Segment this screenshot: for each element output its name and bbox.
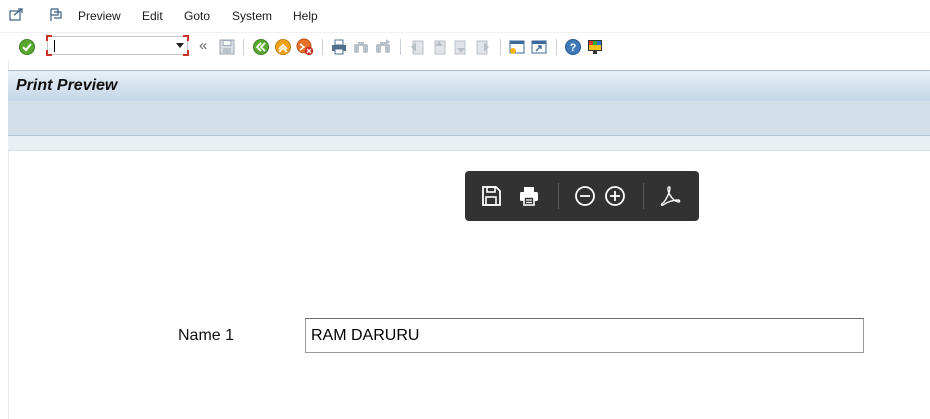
cancel-icon[interactable] bbox=[296, 38, 314, 56]
menu-bar: Preview Edit Goto System Help bbox=[0, 0, 930, 32]
pdf-toolbar-separator bbox=[558, 183, 559, 209]
field-corner bbox=[183, 50, 189, 56]
svg-text:?: ? bbox=[570, 42, 577, 54]
chevron-down-icon[interactable] bbox=[176, 43, 184, 48]
zoom-out-icon[interactable] bbox=[573, 184, 597, 208]
enter-check-icon[interactable] bbox=[18, 38, 36, 56]
save-icon[interactable] bbox=[218, 38, 236, 56]
page-title: Print Preview bbox=[16, 77, 118, 94]
save-icon[interactable] bbox=[479, 184, 503, 208]
command-input[interactable] bbox=[56, 38, 166, 53]
back-icon[interactable] bbox=[252, 38, 270, 56]
name-1-label: Name 1 bbox=[178, 327, 235, 344]
name-1-field[interactable]: RAM DARURU bbox=[305, 318, 864, 353]
application-toolbar bbox=[8, 101, 930, 136]
menu-edit[interactable]: Edit bbox=[142, 9, 163, 23]
menu-goto[interactable]: Goto bbox=[184, 9, 210, 23]
text-caret bbox=[54, 40, 55, 52]
exit-icon[interactable] bbox=[274, 38, 292, 56]
print-icon[interactable] bbox=[517, 184, 541, 208]
pdf-viewer-toolbar bbox=[465, 171, 699, 221]
menu-system[interactable]: System bbox=[232, 9, 272, 23]
customize-layout-icon[interactable] bbox=[48, 7, 64, 23]
name-1-value: RAM DARURU bbox=[311, 327, 420, 344]
title-bar bbox=[8, 70, 930, 101]
print-icon[interactable] bbox=[330, 38, 348, 56]
field-corner bbox=[46, 35, 52, 41]
menu-help[interactable]: Help bbox=[293, 9, 318, 23]
content-header-strip bbox=[8, 136, 930, 151]
field-corner bbox=[46, 50, 52, 56]
toolbar-separator bbox=[400, 39, 401, 55]
command-field[interactable] bbox=[46, 35, 189, 56]
standard-toolbar: « ? bbox=[0, 32, 930, 61]
next-page-icon bbox=[452, 38, 470, 56]
toolbar-separator bbox=[556, 39, 557, 55]
pdf-toolbar-separator bbox=[643, 183, 644, 209]
field-corner bbox=[183, 35, 189, 41]
toolbar-separator bbox=[500, 39, 501, 55]
first-page-icon bbox=[408, 38, 426, 56]
customize-local-layout-icon[interactable] bbox=[586, 38, 604, 56]
find-icon bbox=[352, 38, 370, 56]
toolbar-separator bbox=[243, 39, 244, 55]
exit-window-icon[interactable] bbox=[8, 7, 24, 23]
previous-page-icon bbox=[430, 38, 448, 56]
last-page-icon bbox=[474, 38, 492, 56]
menu-preview[interactable]: Preview bbox=[78, 9, 121, 23]
zoom-in-icon[interactable] bbox=[603, 184, 627, 208]
toolbar-separator bbox=[322, 39, 323, 55]
collapse-command-field-icon[interactable]: « bbox=[199, 37, 207, 54]
help-icon[interactable]: ? bbox=[564, 38, 582, 56]
find-next-icon bbox=[374, 38, 392, 56]
acrobat-icon[interactable] bbox=[658, 184, 682, 208]
generate-shortcut-icon[interactable] bbox=[530, 38, 548, 56]
create-session-icon[interactable] bbox=[508, 38, 526, 56]
